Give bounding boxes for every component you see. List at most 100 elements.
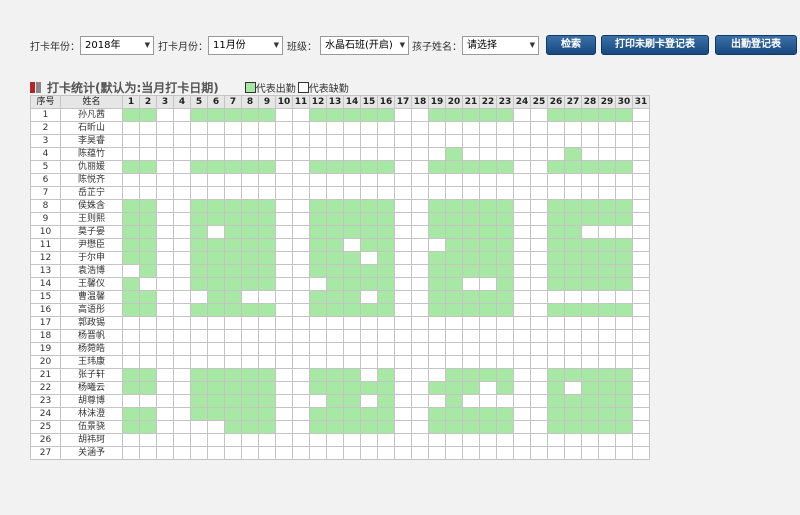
day-cell-absent (173, 303, 191, 317)
day-cell-present (241, 212, 259, 226)
child-name: 莫子晏 (60, 225, 123, 239)
day-cell-absent (598, 446, 616, 460)
day-cell-present (445, 225, 463, 239)
day-cell-present (428, 199, 446, 213)
day-cell-present (326, 251, 344, 265)
day-cell-absent (343, 134, 361, 148)
row-number: 27 (30, 446, 61, 460)
day-cell-absent (275, 186, 293, 200)
day-cell-absent (343, 147, 361, 161)
day-cell-absent (190, 173, 208, 187)
day-cell-absent (275, 173, 293, 187)
day-cell-absent (173, 199, 191, 213)
day-cell-present (445, 381, 463, 395)
day-cell-present (258, 238, 276, 252)
month-select[interactable]: 11月份 ▼ (208, 35, 283, 55)
day-cell-present (462, 108, 480, 122)
day-cell-present (122, 225, 140, 239)
day-cell-present (343, 394, 361, 408)
day-cell-present (445, 290, 463, 304)
day-cell-absent (581, 342, 599, 356)
day-cell-present (139, 238, 157, 252)
search-button[interactable]: 检索 (546, 35, 596, 55)
day-header: 7 (224, 95, 242, 109)
day-cell-absent (513, 160, 531, 174)
table-row: 25 伍景骁 (30, 420, 650, 434)
table-row: 3 李昊睿 (30, 134, 650, 148)
table-row: 2 石昕山 (30, 121, 650, 135)
day-cell-absent (411, 446, 429, 460)
day-cell-present (139, 407, 157, 421)
day-cell-absent (632, 433, 650, 447)
day-cell-absent (479, 121, 497, 135)
day-cell-present (547, 303, 565, 317)
day-cell-present (309, 420, 327, 434)
day-cell-absent (428, 186, 446, 200)
day-cell-absent (156, 407, 174, 421)
day-cell-present (547, 394, 565, 408)
day-cell-present (326, 264, 344, 278)
day-cell-present (224, 199, 242, 213)
day-cell-present (190, 108, 208, 122)
day-cell-absent (241, 121, 259, 135)
day-cell-absent (173, 342, 191, 356)
child-name-select[interactable]: 请选择 ▼ (462, 35, 539, 55)
day-cell-absent (530, 238, 548, 252)
day-cell-absent (156, 212, 174, 226)
day-cell-absent (598, 134, 616, 148)
day-cell-present (428, 420, 446, 434)
print-unpunched-button[interactable]: 打印未刷卡登记表 (601, 35, 709, 55)
table-row: 8 侯姝含 (30, 199, 650, 213)
row-number: 2 (30, 121, 61, 135)
day-cell-absent (292, 329, 310, 343)
day-cell-present (139, 160, 157, 174)
day-cell-present (377, 290, 395, 304)
day-cell-present (207, 303, 225, 317)
day-cell-present (598, 277, 616, 291)
attendance-form-button[interactable]: 出勤登记表 (715, 35, 797, 55)
day-cell-absent (394, 251, 412, 265)
day-header: 27 (564, 95, 582, 109)
day-cell-present (326, 303, 344, 317)
day-cell-absent (632, 147, 650, 161)
day-cell-present (564, 238, 582, 252)
day-cell-present (190, 277, 208, 291)
day-cell-absent (275, 238, 293, 252)
table-row: 7 岳芷宁 (30, 186, 650, 200)
day-cell-absent (428, 394, 446, 408)
day-cell-present (326, 407, 344, 421)
day-cell-absent (632, 186, 650, 200)
day-cell-absent (462, 277, 480, 291)
table-row: 13 袁浩博 (30, 264, 650, 278)
day-cell-absent (173, 368, 191, 382)
day-cell-absent (122, 316, 140, 330)
row-number: 7 (30, 186, 61, 200)
day-cell-present (326, 420, 344, 434)
day-cell-absent (309, 433, 327, 447)
day-header: 31 (632, 95, 650, 109)
day-cell-present (445, 407, 463, 421)
child-name-value: 请选择 (467, 39, 497, 51)
day-cell-present (479, 108, 497, 122)
day-cell-absent (394, 381, 412, 395)
day-cell-absent (122, 173, 140, 187)
day-cell-absent (428, 134, 446, 148)
day-cell-absent (479, 147, 497, 161)
day-cell-absent (581, 290, 599, 304)
day-cell-absent (615, 342, 633, 356)
day-cell-absent (530, 212, 548, 226)
day-cell-absent (428, 316, 446, 330)
day-cell-absent (564, 381, 582, 395)
row-number: 22 (30, 381, 61, 395)
day-cell-absent (275, 355, 293, 369)
day-cell-absent (411, 316, 429, 330)
child-name: 郭政锡 (60, 316, 123, 330)
day-cell-present (207, 264, 225, 278)
child-name: 胡祎珂 (60, 433, 123, 447)
day-cell-absent (394, 303, 412, 317)
class-select[interactable]: 水晶石班(开启) ▼ (320, 35, 409, 55)
day-cell-absent (326, 147, 344, 161)
year-select[interactable]: 2018年 ▼ (80, 35, 154, 55)
child-name: 王馨仪 (60, 277, 123, 291)
class-label: 班级： (287, 41, 317, 53)
